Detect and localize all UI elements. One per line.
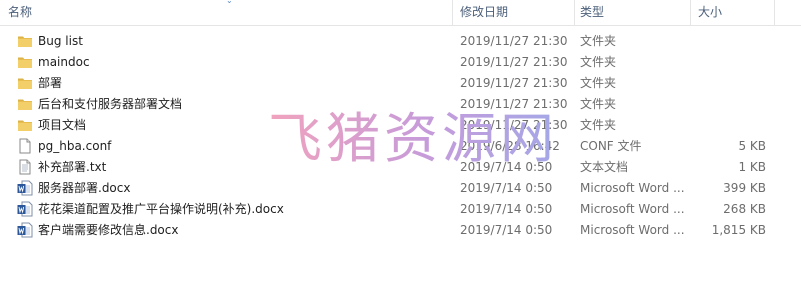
column-header-type[interactable]: 类型 bbox=[576, 0, 690, 25]
file-modified-date: 2019/11/27 21:30 bbox=[460, 118, 568, 132]
file-modified-date: 2019/11/27 21:30 bbox=[460, 76, 568, 90]
file-row[interactable]: 后台和支付服务器部署文档 2019/11/27 21:30 文件夹 bbox=[0, 94, 801, 115]
file-row[interactable]: 服务器部署.docx 2019/7/14 0:50 Microsoft Word .… bbox=[0, 178, 801, 199]
file-modified-date: 2019/7/14 0:50 bbox=[460, 202, 553, 216]
folder-icon bbox=[17, 75, 33, 91]
file-row[interactable]: 部署 2019/11/27 21:30 文件夹 bbox=[0, 73, 801, 94]
folder-icon bbox=[17, 54, 33, 70]
file-size bbox=[690, 94, 766, 115]
file-name: 花花渠道配置及推广平台操作说明(补充).docx bbox=[38, 202, 284, 216]
file-type: 文本文档 bbox=[580, 160, 629, 174]
file-name-cell: pg_hba.conf bbox=[17, 136, 447, 157]
file-size bbox=[690, 73, 766, 94]
file-type: 文件夹 bbox=[580, 76, 617, 90]
column-header-modified[interactable]: 修改日期 bbox=[456, 0, 574, 25]
column-divider[interactable] bbox=[452, 0, 453, 25]
file-name-cell: maindoc bbox=[17, 52, 447, 73]
file-size: 399 KB bbox=[723, 181, 766, 195]
file-size: 268 KB bbox=[723, 202, 766, 216]
column-divider[interactable] bbox=[774, 0, 775, 25]
file-type: Microsoft Word ... bbox=[580, 181, 685, 195]
file-name: pg_hba.conf bbox=[38, 139, 112, 153]
file-modified-date: 2019/7/14 0:50 bbox=[460, 223, 553, 237]
file-row[interactable]: 花花渠道配置及推广平台操作说明(补充).docx 2019/7/14 0:50 Mi… bbox=[0, 199, 801, 220]
file-modified-date: 2019/11/27 21:30 bbox=[460, 97, 568, 111]
file-type: Microsoft Word ... bbox=[580, 223, 685, 237]
file-row[interactable]: Bug list 2019/11/27 21:30 文件夹 bbox=[0, 31, 801, 52]
file-name-cell: Bug list bbox=[17, 31, 447, 52]
file-row[interactable]: 项目文档 2019/11/27 21:30 文件夹 bbox=[0, 115, 801, 136]
file-name: 服务器部署.docx bbox=[38, 181, 131, 195]
file-row[interactable]: maindoc 2019/11/27 21:30 文件夹 bbox=[0, 52, 801, 73]
file-name: 项目文档 bbox=[38, 118, 87, 132]
folder-icon bbox=[17, 117, 33, 133]
column-divider[interactable] bbox=[574, 0, 575, 25]
column-header-size[interactable]: 大小 bbox=[694, 0, 774, 25]
file-name-cell: 后台和支付服务器部署文档 bbox=[17, 94, 447, 115]
file-type: 文件夹 bbox=[580, 55, 617, 69]
file-name: Bug list bbox=[38, 34, 83, 48]
file-icon bbox=[17, 138, 33, 154]
file-name-cell: 服务器部署.docx bbox=[17, 178, 447, 199]
file-size: 1 KB bbox=[738, 160, 766, 174]
file-type: CONF 文件 bbox=[580, 139, 642, 153]
file-name-cell: 项目文档 bbox=[17, 115, 447, 136]
text-file-icon bbox=[17, 159, 33, 175]
column-header-name[interactable]: 名称 bbox=[4, 0, 452, 25]
file-name-cell: 花花渠道配置及推广平台操作说明(补充).docx bbox=[17, 199, 447, 220]
file-row[interactable]: 客户端需要修改信息.docx 2019/7/14 0:50 Microsoft Wo… bbox=[0, 220, 801, 241]
folder-icon bbox=[17, 96, 33, 112]
column-divider[interactable] bbox=[690, 0, 691, 25]
file-name: 补充部署.txt bbox=[38, 160, 107, 174]
file-size bbox=[690, 115, 766, 136]
file-row[interactable]: pg_hba.conf 2019/6/28 16:42 CONF 文件 5 KB bbox=[0, 136, 801, 157]
word-document-icon bbox=[17, 222, 33, 238]
file-row[interactable]: 补充部署.txt 2019/7/14 0:50 文本文档 1 KB bbox=[0, 157, 801, 178]
file-name-cell: 客户端需要修改信息.docx bbox=[17, 220, 447, 241]
file-size bbox=[690, 52, 766, 73]
file-size: 1,815 KB bbox=[711, 223, 766, 237]
folder-icon bbox=[17, 33, 33, 49]
file-type: 文件夹 bbox=[580, 118, 617, 132]
file-modified-date: 2019/6/28 16:42 bbox=[460, 139, 560, 153]
file-type: Microsoft Word ... bbox=[580, 202, 685, 216]
file-size: 5 KB bbox=[738, 139, 766, 153]
file-type: 文件夹 bbox=[580, 34, 617, 48]
file-name: 后台和支付服务器部署文档 bbox=[38, 97, 183, 111]
file-explorer: ⌄ 名称 修改日期 类型 大小 Bug list 2019/11/27 21:30… bbox=[0, 0, 801, 290]
file-modified-date: 2019/7/14 0:50 bbox=[460, 160, 553, 174]
file-modified-date: 2019/11/27 21:30 bbox=[460, 55, 568, 69]
file-name-cell: 部署 bbox=[17, 73, 447, 94]
file-modified-date: 2019/7/14 0:50 bbox=[460, 181, 553, 195]
file-size bbox=[690, 31, 766, 52]
file-name: maindoc bbox=[38, 55, 90, 69]
word-document-icon bbox=[17, 180, 33, 196]
column-header-bar: ⌄ 名称 修改日期 类型 大小 bbox=[0, 0, 801, 26]
file-name: 客户端需要修改信息.docx bbox=[38, 223, 179, 237]
file-type: 文件夹 bbox=[580, 97, 617, 111]
file-modified-date: 2019/11/27 21:30 bbox=[460, 34, 568, 48]
file-name: 部署 bbox=[38, 76, 63, 90]
word-document-icon bbox=[17, 201, 33, 217]
file-name-cell: 补充部署.txt bbox=[17, 157, 447, 178]
